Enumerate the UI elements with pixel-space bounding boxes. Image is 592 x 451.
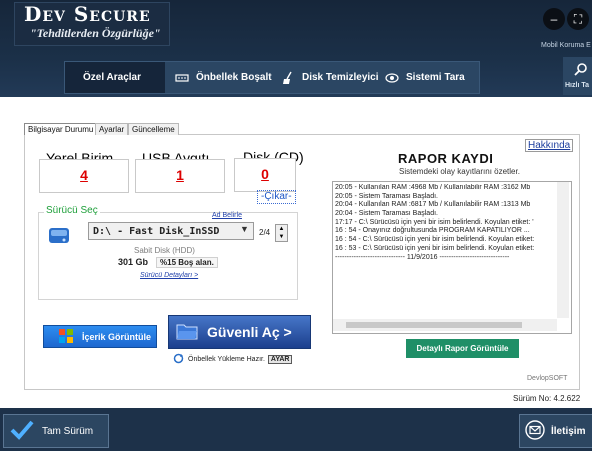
nav-item-ozel-araclar[interactable]: Özel Araçlar xyxy=(83,62,141,93)
search-icon xyxy=(574,62,588,76)
nav-item-onbellek-bosalt[interactable]: Önbellek Boşalt xyxy=(175,62,272,93)
about-link[interactable]: Hakkında xyxy=(525,139,574,152)
eject-button[interactable]: -Çıkar- xyxy=(257,190,296,204)
log-line: ------------------------------ 11/9/2016… xyxy=(335,253,510,261)
nav-item-sistemi-tara[interactable]: Sistemi Tara xyxy=(385,62,465,93)
nav-label: Özel Araçlar xyxy=(83,72,141,83)
quick-scan-label: Hızlı Ta xyxy=(565,82,589,89)
rename-drive-link[interactable]: Ad Belirle xyxy=(212,212,242,219)
nav-label: Sistemi Tara xyxy=(406,72,465,83)
drive-type: Sabit Disk (HDD) xyxy=(134,246,195,255)
log-line: 16 : 53 - C:\ Sürücüsü için yeni bir isi… xyxy=(335,244,535,252)
log-scroll-thumb[interactable] xyxy=(346,322,522,328)
local-drive-count[interactable]: 4 xyxy=(80,167,88,183)
app-title: Dev Secure xyxy=(24,2,151,26)
cache-status-line: Önbellek Yükleme Hazır. AYAR xyxy=(173,353,293,366)
report-subtitle: Sistemdeki olay kayıtlarını özetler. xyxy=(399,167,520,176)
hard-drive-icon xyxy=(48,224,70,246)
detailed-report-button[interactable]: Detaylı Rapor Görüntüle xyxy=(406,339,519,358)
log-line: 16 : 54 - Onayınız doğrultusunda PROGRAM… xyxy=(335,227,530,235)
nav-item-disk-temizleyici[interactable]: Disk Temizleyici xyxy=(281,62,379,93)
tab-guncelleme[interactable]: Güncelleme xyxy=(128,123,179,135)
full-version-button[interactable]: Tam Sürüm xyxy=(3,414,109,448)
version-label: Sürüm No: 4.2.622 xyxy=(513,394,581,403)
mail-icon xyxy=(525,419,545,443)
chevron-down-icon[interactable]: ▼ xyxy=(240,224,249,234)
log-line: 16 : 54 - C:\ Sürücüsü için yeni bir isi… xyxy=(335,236,535,244)
tab-ayarlar[interactable]: Ayarlar xyxy=(95,123,129,135)
log-line: 20:05 - Kullanılan RAM :4968 Mb / Kullan… xyxy=(335,184,531,191)
drive-free-space: %15 Boş alan. xyxy=(156,257,218,268)
mobile-protection-label[interactable]: Mobil Koruma E xyxy=(541,42,591,49)
log-line: 20:04 - Kullanılan RAM :6817 Mb / Kullan… xyxy=(335,201,531,209)
safe-open-label: Güvenli Aç > xyxy=(207,324,292,340)
drive-page-stepper[interactable]: ▲ ▼ xyxy=(275,224,288,242)
safe-open-button[interactable]: Güvenli Aç > xyxy=(168,315,311,349)
drive-dropdown[interactable]: D:\ - Fast Disk_InSSD xyxy=(88,222,254,240)
ram-icon xyxy=(175,71,189,85)
brand-label: DevlopSOFT xyxy=(527,375,568,382)
drive-page-indicator: 2/4 xyxy=(259,228,271,237)
drive-details-link[interactable]: Sürücü Detayları > xyxy=(140,272,198,279)
nav-label: Önbellek Boşalt xyxy=(196,72,272,83)
broom-icon xyxy=(281,71,295,85)
drive-size: 301 Gb xyxy=(118,257,149,267)
full-version-label: Tam Sürüm xyxy=(42,425,94,437)
main-nav: Özel Araçlar Önbellek Boşalt Disk Temizl… xyxy=(64,61,480,94)
contact-button[interactable]: İletişim xyxy=(519,414,592,448)
log-line: 20:05 - Sistem Taraması Başladı. xyxy=(335,192,438,200)
cd-disk-count[interactable]: 0 xyxy=(261,166,269,182)
windows-icon xyxy=(58,328,74,346)
contact-label: İletişim xyxy=(551,425,586,437)
refresh-icon xyxy=(173,353,184,366)
app-subtitle: "Tehditlerden Özgürlüğe" xyxy=(30,26,161,40)
fullscreen-button[interactable]: ⛶ xyxy=(567,8,589,30)
tab-bilgisayar-durumu[interactable]: Bilgisayar Durumu xyxy=(24,123,98,135)
open-folder-icon xyxy=(175,319,199,346)
minimize-icon: – xyxy=(550,12,558,26)
log-vertical-scrollbar[interactable] xyxy=(557,182,569,318)
fullscreen-icon: ⛶ xyxy=(573,12,583,26)
log-line: 20:04 - Sistem Taraması Başladı. xyxy=(335,210,438,218)
drive-group-label: Sürücü Seç xyxy=(44,205,100,216)
settings-button[interactable]: AYAR xyxy=(267,355,293,364)
eye-icon xyxy=(385,71,399,85)
report-title: RAPOR KAYDI xyxy=(398,151,494,166)
report-log[interactable]: 20:05 - Kullanılan RAM :4968 Mb / Kullan… xyxy=(332,181,572,334)
log-line: 17:17 - C:\ Sürücüsü için yeni bir isim … xyxy=(335,218,534,226)
view-contents-button[interactable]: İçerik Görüntüle xyxy=(43,325,157,348)
nav-label: Disk Temizleyici xyxy=(302,72,379,83)
view-contents-label: İçerik Görüntüle xyxy=(82,331,152,342)
minimize-button[interactable]: – xyxy=(543,8,565,30)
checkmark-icon xyxy=(10,419,34,444)
local-drive-box: 4 xyxy=(39,159,129,193)
cd-disk-box: 0 xyxy=(234,158,296,192)
usb-device-count[interactable]: 1 xyxy=(176,167,184,183)
usb-device-box: 1 xyxy=(135,159,225,193)
cache-status-text: Önbellek Yükleme Hazır. xyxy=(188,356,265,363)
